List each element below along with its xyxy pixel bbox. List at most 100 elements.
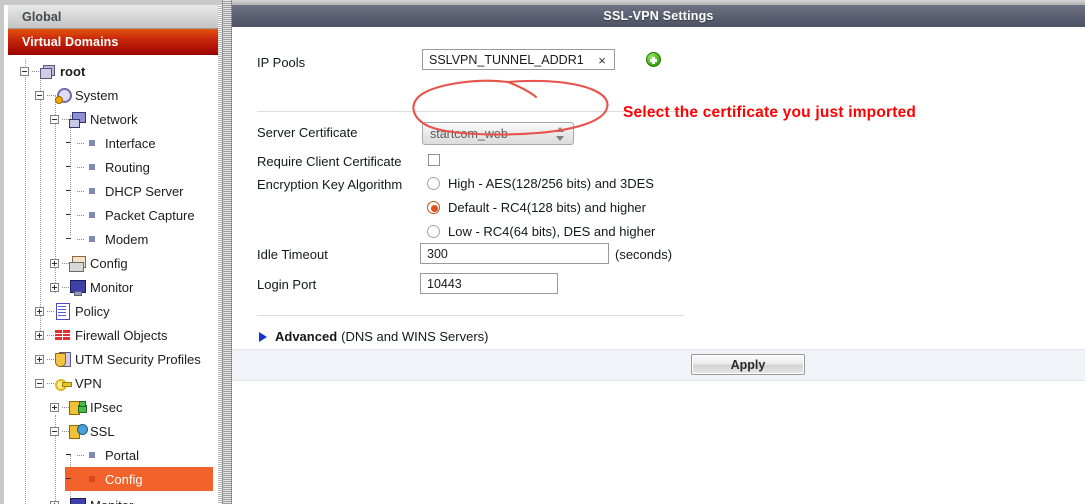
- expand-toggle-vpn-monitor[interactable]: [50, 500, 59, 504]
- tree-spacer: [65, 139, 74, 148]
- tree-item-modem[interactable]: Modem: [65, 227, 148, 251]
- tree-item-system-config[interactable]: Config: [50, 251, 128, 275]
- config-icon: [69, 255, 86, 272]
- panel-splitter[interactable]: [222, 0, 232, 504]
- tree-connector: [32, 70, 39, 72]
- vpn-key-icon: [54, 375, 72, 391]
- tree-item-ssl[interactable]: SSL: [50, 419, 115, 443]
- tree-item-network[interactable]: Network: [50, 107, 138, 131]
- navigation-tree: root System Network Interface Routing DH…: [8, 55, 222, 504]
- ip-pools-input[interactable]: [422, 49, 615, 70]
- tree-item-ipsec[interactable]: IPsec: [50, 395, 123, 419]
- login-port-input[interactable]: [420, 273, 558, 294]
- tree-item-policy[interactable]: Policy: [35, 299, 110, 323]
- collapse-toggle-vpn[interactable]: [35, 378, 44, 388]
- seconds-label: (seconds): [615, 247, 673, 262]
- network-icon: [69, 111, 86, 128]
- expand-toggle-ipsec[interactable]: [50, 402, 59, 412]
- tree-connector: [62, 118, 69, 120]
- tree-spacer: [65, 211, 74, 220]
- tree-item-label: Packet Capture: [105, 207, 195, 223]
- require-client-certificate-label: Require Client Certificate: [257, 154, 402, 169]
- encryption-option-default[interactable]: Default - RC4(128 bits) and higher: [427, 200, 646, 215]
- idle-timeout-input[interactable]: [420, 243, 609, 264]
- chevron-right-icon[interactable]: [259, 331, 267, 342]
- tree-item-label: Monitor: [86, 498, 133, 504]
- system-icon: [54, 87, 72, 104]
- tree-item-label: UTM Security Profiles: [75, 351, 201, 367]
- tree-connector: [47, 358, 54, 360]
- leaf-icon: [84, 471, 101, 487]
- tree-item-system-monitor[interactable]: Monitor: [50, 275, 133, 299]
- tree-item-packet-capture[interactable]: Packet Capture: [65, 203, 195, 227]
- monitor-icon: [69, 279, 86, 296]
- ipsec-icon: [69, 399, 86, 415]
- tree-item-label: Config: [105, 471, 143, 487]
- expand-toggle-firewall-objects[interactable]: [35, 330, 44, 340]
- page-title-label: SSL-VPN Settings: [603, 9, 714, 23]
- encryption-key-algorithm-row: Encryption Key Algorithm: [257, 177, 427, 192]
- virtual-domains-header[interactable]: Virtual Domains: [8, 29, 222, 55]
- radio-low[interactable]: [427, 225, 440, 238]
- tree-item-vpn[interactable]: VPN: [35, 371, 102, 395]
- annotation-text: Select the certificate you just imported: [623, 104, 917, 121]
- login-port-row: Login Port: [257, 277, 427, 292]
- tree-connector: [77, 214, 84, 216]
- tree-item-label: Portal: [105, 447, 139, 463]
- radio-high[interactable]: [427, 177, 440, 190]
- global-header[interactable]: Global: [8, 5, 222, 29]
- tree-connector: [77, 454, 84, 456]
- ssl-icon: [69, 423, 88, 439]
- tree-item-system[interactable]: System: [35, 83, 118, 107]
- advanced-label: Advanced: [275, 329, 338, 344]
- tree-item-label: Network: [90, 111, 138, 127]
- action-bar: [232, 349, 1085, 381]
- tree-item-root[interactable]: root: [20, 59, 85, 83]
- tree-item-portal[interactable]: Portal: [65, 443, 139, 467]
- expand-toggle-utm[interactable]: [35, 354, 44, 364]
- ip-pools-field-wrap: ×: [422, 49, 637, 70]
- require-client-certificate-row: Require Client Certificate: [257, 154, 427, 169]
- tree-item-label: Policy: [75, 303, 110, 319]
- tree-item-interface[interactable]: Interface: [65, 131, 156, 155]
- collapse-toggle-system[interactable]: [35, 90, 44, 100]
- tree-item-dhcp-server[interactable]: DHCP Server: [65, 179, 184, 203]
- apply-button[interactable]: Apply: [691, 354, 805, 375]
- policy-icon: [54, 303, 71, 320]
- sidebar-item-ssl-config[interactable]: Config: [65, 467, 213, 491]
- expand-toggle-policy[interactable]: [35, 306, 44, 316]
- tree-item-routing[interactable]: Routing: [65, 155, 150, 179]
- server-certificate-value: startcom_web: [430, 126, 508, 141]
- require-client-certificate-checkbox[interactable]: [428, 154, 440, 166]
- encryption-option-low[interactable]: Low - RC4(64 bits), DES and higher: [427, 224, 655, 239]
- section-divider-bottom: [257, 315, 684, 316]
- server-certificate-select[interactable]: startcom_web: [422, 122, 574, 145]
- collapse-toggle-network[interactable]: [50, 114, 59, 124]
- collapse-toggle-root[interactable]: [20, 66, 29, 76]
- expand-toggle-system-monitor[interactable]: [50, 282, 59, 292]
- add-icon[interactable]: [646, 52, 661, 67]
- tree-connector: [77, 142, 84, 144]
- tree-item-utm-security-profiles[interactable]: UTM Security Profiles: [35, 347, 201, 371]
- idle-timeout-label: Idle Timeout: [257, 247, 328, 262]
- leaf-icon: [84, 135, 101, 151]
- collapse-toggle-ssl[interactable]: [50, 426, 59, 436]
- ip-pools-label: IP Pools: [257, 55, 306, 70]
- tree-connector: [47, 310, 54, 312]
- encryption-key-algorithm-label: Encryption Key Algorithm: [257, 177, 403, 192]
- tree-item-label: Firewall Objects: [75, 327, 168, 343]
- expand-toggle-system-config[interactable]: [50, 258, 59, 268]
- tree-connector: [47, 94, 54, 96]
- global-label: Global: [22, 9, 62, 24]
- tree-item-label: VPN: [75, 375, 102, 391]
- tree-connector: [62, 262, 69, 264]
- radio-default[interactable]: [427, 201, 440, 214]
- tree-item-firewall-objects[interactable]: Firewall Objects: [35, 323, 167, 347]
- advanced-section-toggle[interactable]: Advanced (DNS and WINS Servers): [259, 329, 489, 344]
- clear-icon[interactable]: ×: [595, 53, 609, 68]
- tree-item-label: Config: [90, 255, 128, 271]
- tree-item-vpn-monitor[interactable]: Monitor: [50, 493, 133, 504]
- tree-connector: [77, 478, 84, 480]
- tree-item-label: Interface: [105, 135, 156, 151]
- encryption-option-high[interactable]: High - AES(128/256 bits) and 3DES: [427, 176, 654, 191]
